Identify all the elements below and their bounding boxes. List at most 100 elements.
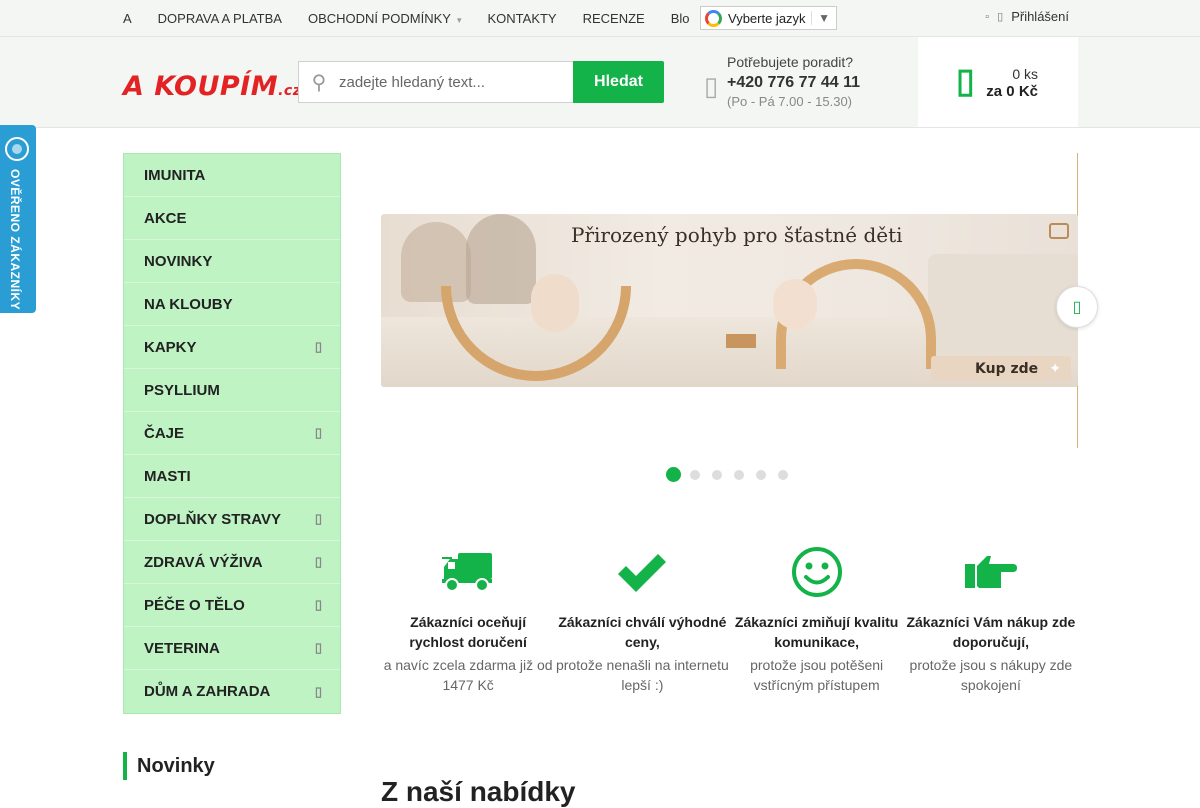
chevron-down-icon: ▯ [314, 683, 322, 699]
benefit-delivery: Zákazníci oceňují rychlost doručení a na… [381, 540, 555, 695]
verified-by-customers-badge[interactable]: OVĚŘENO ZÁKAZNÍKY [0, 125, 36, 313]
category-psyllium[interactable]: PSYLLIUM [124, 369, 340, 412]
slider-dots [666, 467, 800, 482]
dropdown-arrow-icon: ▼ [811, 11, 830, 25]
top-bar: A DOPRAVA A PLATBA OBCHODNÍ PODMÍNKY ▾ KO… [0, 0, 1200, 37]
site-logo[interactable]: A KOUPÍM .cz [123, 71, 301, 102]
category-dum-a-zahrada[interactable]: DŮM A ZAHRADA ▯ [124, 670, 340, 713]
cart-widget[interactable]: ▯ 0 ks za 0 Kč [918, 37, 1078, 127]
badge-label: OVĚŘENO ZÁKAZNÍKY [8, 169, 22, 311]
banner-baby-figure [531, 274, 579, 332]
category-label: NA KLOUBY [144, 295, 233, 313]
chevron-right-icon: ▯ [1072, 299, 1082, 316]
banner-slider: Přirozený pohyb pro šťastné děti Kup zde… [381, 153, 1078, 448]
banner-cta-button[interactable]: Kup zde ✦ [931, 356, 1071, 381]
benefits-row: Zákazníci oceňují rychlost doručení a na… [381, 540, 1078, 695]
chevron-down-icon: ▯ [314, 511, 322, 526]
verified-seal-icon [5, 137, 29, 161]
phone-number[interactable]: +420 776 77 44 11 [727, 74, 860, 92]
category-novinky[interactable]: NOVINKY [124, 240, 340, 283]
topnav-item-recenze[interactable]: RECENZE [583, 11, 645, 26]
category-imunita[interactable]: IMUNITA [124, 154, 340, 197]
search-button[interactable]: Hledat [573, 61, 664, 103]
slider-dot[interactable] [778, 469, 788, 480]
topnav-item-obchodni-podminky[interactable]: OBCHODNÍ PODMÍNKY ▾ [308, 11, 462, 26]
category-label: AKCE [144, 209, 187, 227]
category-label: ZDRAVÁ VÝŽIVA [144, 553, 263, 571]
category-label: MASTI [144, 467, 191, 485]
category-label: PÉČE O TĚLO [144, 596, 245, 614]
logo-text: A KOUPÍM [123, 71, 279, 102]
top-right-links: ▫ ▯ Přihlášení [985, 9, 1069, 24]
delivery-truck-icon [442, 553, 493, 592]
toy-wagon-icon [1049, 223, 1069, 239]
header: A KOUPÍM.cz ⚲ Hledat ▯ Potřebujete porad… [0, 37, 1200, 128]
search-icon: ⚲ [311, 71, 327, 94]
topnav-item-blog[interactable]: Blo [671, 11, 690, 26]
category-doplnky-stravy[interactable]: DOPLŇKY STRAVY ▯ [124, 498, 340, 541]
benefit-title: Zákazníci Vám nákup zde doporučují, [906, 614, 1076, 650]
google-icon [705, 9, 722, 27]
top-navigation: A DOPRAVA A PLATBA OBCHODNÍ PODMÍNKY ▾ KO… [123, 0, 716, 36]
cart-quantity: 0 ks [1012, 66, 1038, 82]
category-label: DŮM A ZAHRADA [144, 683, 271, 700]
benefit-title: Zákazníci chválí výhodné ceny, [558, 614, 727, 650]
banner-slide[interactable]: Přirozený pohyb pro šťastné děti Kup zde… [381, 214, 1078, 387]
chevron-down-icon: ▯ [314, 554, 322, 569]
category-label: ČAJE [144, 424, 185, 442]
cart-total: za 0 Kč [986, 83, 1038, 100]
chevron-down-icon: ▯ [314, 640, 322, 655]
category-label: DOPLŇKY STRAVY [144, 510, 281, 528]
topnav-item-label: OBCHODNÍ PODMÍNKY [307, 10, 451, 26]
benefit-description: protože jsou s nákupy zde spokojení [909, 657, 1073, 693]
benefit-title: Zákazníci zmiňují kvalitu komunikace, [734, 614, 899, 650]
login-link[interactable]: Přihlášení [1011, 9, 1069, 24]
slider-dot[interactable] [734, 469, 744, 480]
category-label: PSYLLIUM [144, 381, 220, 399]
section-title-nabidka: Z naší nabídky [381, 776, 576, 807]
slider-next-button[interactable]: ▯ [1056, 286, 1098, 328]
category-veterina[interactable]: VETERINA ▯ [124, 627, 340, 670]
topnav-item-a[interactable]: A [123, 11, 132, 26]
category-na-klouby[interactable]: NA KLOUBY [124, 283, 340, 326]
category-masti[interactable]: MASTI [124, 455, 340, 498]
benefit-title: Zákazníci oceňují rychlost doručení [409, 614, 527, 650]
benefit-description: a navíc zcela zdarma již od 1477 Kč [383, 657, 553, 693]
benefit-description: protože nenašli na internetu lepší :) [555, 657, 729, 693]
category-caje[interactable]: ČAJE ▯ [124, 412, 340, 455]
benefit-description: protože jsou potěšeni vstřícným přístupe… [750, 657, 884, 693]
banner-cta-label: Kup zde [975, 360, 1039, 377]
language-select[interactable]: Vyberte jazyk ▼ [700, 6, 837, 30]
category-label: IMUNITA [144, 166, 206, 184]
user-icon: ▯ [997, 11, 1004, 23]
category-label: VETERINA [144, 639, 220, 657]
search-box: ⚲ [298, 61, 574, 103]
thumbs-hand-icon [964, 556, 1017, 588]
slider-dot[interactable] [690, 469, 700, 480]
chevron-down-icon: ▾ [456, 14, 462, 25]
checkmark-icon [618, 554, 667, 592]
slider-dot[interactable] [756, 469, 766, 480]
topnav-item-doprava[interactable]: DOPRAVA A PLATBA [158, 11, 282, 26]
category-akce[interactable]: AKCE [124, 197, 340, 240]
chevron-down-icon: ▯ [314, 597, 322, 612]
benefit-prices: Zákazníci chválí výhodné ceny, protože n… [555, 540, 729, 695]
search-toggle-icon[interactable]: ▫ [985, 11, 989, 23]
slider-dot[interactable] [666, 467, 681, 482]
category-pece-o-telo[interactable]: PÉČE O TĚLO ▯ [124, 584, 340, 627]
chevron-down-icon: ▯ [314, 425, 322, 440]
category-zdrava-vyziva[interactable]: ZDRAVÁ VÝŽIVA ▯ [124, 541, 340, 584]
category-label: KAPKY [144, 338, 197, 356]
slider-dot[interactable] [712, 469, 722, 480]
banner-baby-figure [773, 279, 817, 329]
phone-icon: ▯ [704, 71, 719, 101]
topnav-item-kontakty[interactable]: KONTAKTY [488, 11, 557, 26]
language-select-label: Vyberte jazyk [728, 10, 806, 26]
search-input[interactable] [339, 73, 559, 91]
sparkle-icon: ✦ [1049, 360, 1061, 377]
category-kapky[interactable]: KAPKY ▯ [124, 326, 340, 369]
banner-headline: Přirozený pohyb pro šťastné děti [571, 223, 903, 247]
benefit-recommend: Zákazníci Vám nákup zde doporučují, prot… [904, 540, 1078, 695]
advice-label: Potřebujete poradit? [727, 54, 854, 70]
section-title-novinky: Novinky [123, 752, 215, 780]
